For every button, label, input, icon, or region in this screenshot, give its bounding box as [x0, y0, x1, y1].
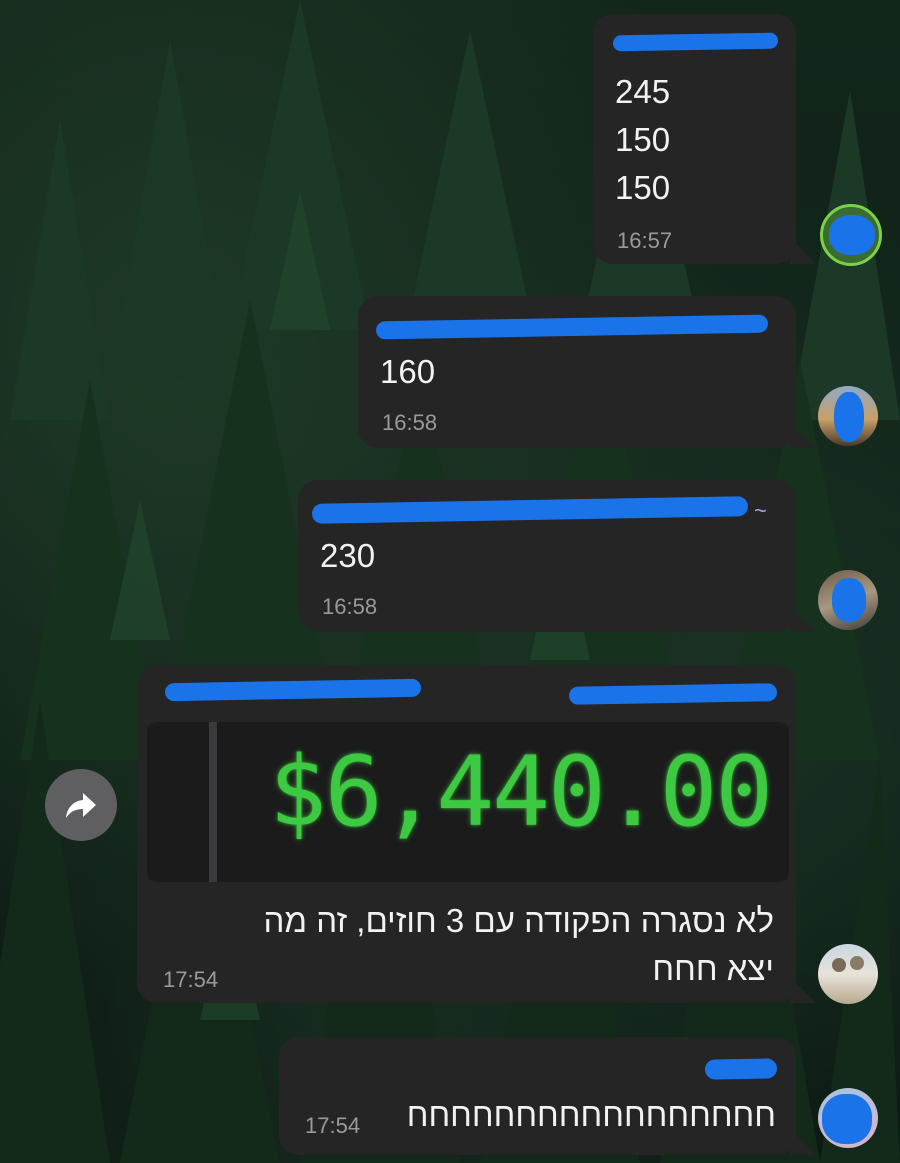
sender-avatar[interactable] — [818, 570, 878, 630]
message-bubble-2[interactable]: 160 16:58 — [358, 296, 796, 448]
sender-name-redacted — [612, 32, 779, 52]
sender-name-redacted — [164, 678, 422, 702]
message-bubble-5[interactable]: חחחחחחחחחחחחחחחחח 17:54 — [279, 1037, 796, 1155]
sender-phone-redacted — [568, 683, 778, 705]
sender-name-redacted — [311, 496, 749, 524]
message-text-line: 230 — [320, 537, 376, 574]
quoted-amount: $6,440.00 — [269, 736, 773, 848]
message-text-line: יצא חחח — [652, 950, 774, 987]
sender-tilde: ~ — [754, 498, 767, 523]
message-text-line: 150 — [615, 169, 671, 206]
sender-name-redacted — [704, 1058, 778, 1080]
sender-avatar[interactable] — [818, 944, 878, 1004]
sender-avatar[interactable] — [820, 204, 882, 266]
sender-avatar[interactable] — [818, 1088, 878, 1148]
quoted-image[interactable]: $6,440.00 — [147, 722, 789, 882]
message-bubble-3[interactable]: ~ 230 16:58 — [298, 480, 796, 632]
message-bubble-1[interactable]: 245 150 150 16:57 — [593, 14, 796, 264]
message-text-line: 245 — [615, 73, 671, 110]
message-text-line: לא נסגרה הפקודה עם 3 חוזים, זה מה — [263, 902, 774, 939]
message-timestamp: 17:54 — [163, 967, 219, 992]
sender-avatar[interactable] — [818, 386, 878, 446]
forward-button[interactable] — [45, 769, 117, 841]
sender-name-redacted — [375, 314, 769, 340]
message-timestamp: 16:57 — [617, 228, 673, 253]
quote-bar — [209, 722, 217, 882]
message-timestamp: 17:54 — [305, 1113, 361, 1138]
forward-arrow-icon — [66, 793, 96, 818]
message-text-line: 150 — [615, 121, 671, 158]
message-timestamp: 16:58 — [322, 594, 378, 619]
message-timestamp: 16:58 — [382, 410, 438, 435]
message-text-line: 160 — [380, 353, 436, 390]
message-text-line: חחחחחחחחחחחחחחחחח — [406, 1096, 776, 1133]
